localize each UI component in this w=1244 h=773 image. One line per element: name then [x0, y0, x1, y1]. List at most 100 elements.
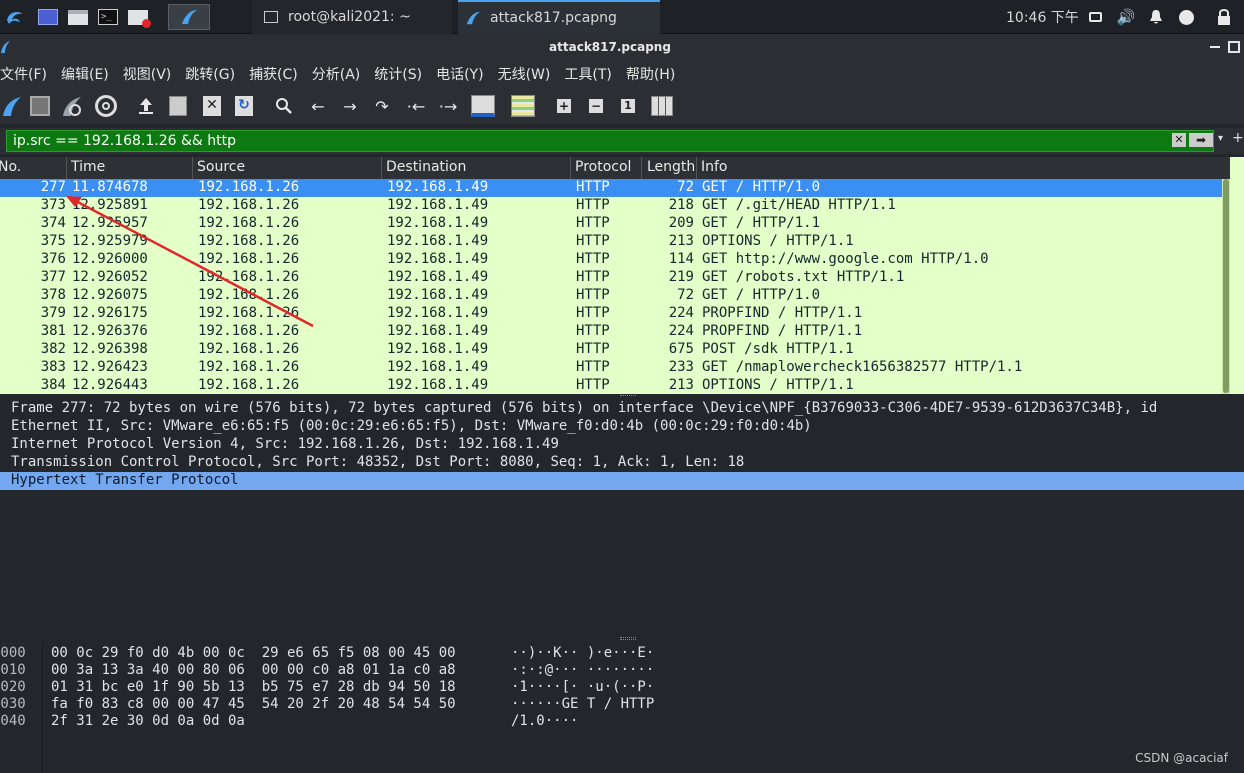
packet-cell-info: POST /sdk HTTP/1.1 [702, 341, 854, 357]
packet-cell-proto: HTTP [576, 287, 610, 303]
menu-statistics[interactable]: 统计(S) [374, 64, 422, 84]
col-destination[interactable]: Destination [386, 159, 466, 175]
packet-row[interactable]: 381 12.926376 192.168.1.26 192.168.1.49 HTTP… [0, 323, 1222, 341]
packet-cell-info: GET / HTTP/1.0 [702, 179, 821, 195]
packet-cell-dst: 192.168.1.49 [387, 377, 489, 393]
notification-bell-icon[interactable] [1146, 5, 1166, 29]
packet-row[interactable]: 383 12.926423 192.168.1.26 192.168.1.49 HTTP… [0, 359, 1222, 377]
packet-cell-time: 12.926443 [72, 377, 148, 393]
apply-filter-icon[interactable]: ➡ [1189, 133, 1213, 147]
packet-row[interactable]: 373 12.925891 192.168.1.26 192.168.1.49 HTTP… [0, 197, 1222, 215]
menu-tools[interactable]: 工具(T) [564, 64, 611, 84]
packet-cell-proto: HTTP [576, 179, 610, 195]
capture-options-icon[interactable] [94, 94, 118, 118]
find-packet-icon[interactable] [272, 94, 296, 118]
restart-capture-icon[interactable] [60, 94, 84, 118]
packet-row[interactable]: 375 12.925979 192.168.1.26 192.168.1.49 HTTP… [0, 233, 1222, 251]
packet-row[interactable]: 277 11.874678 192.168.1.26 192.168.1.49 HTTP… [0, 179, 1222, 197]
window-titlebar[interactable]: attack817.pcapng [0, 34, 1244, 60]
power-status-icon[interactable] [1176, 5, 1196, 29]
packet-row[interactable]: 374 12.925957 192.168.1.26 192.168.1.49 HTTP… [0, 215, 1222, 233]
col-no[interactable]: No. [0, 159, 21, 175]
normal-size-icon[interactable]: 1 [616, 94, 640, 118]
menu-telephony[interactable]: 电话(Y) [436, 64, 483, 84]
menu-capture[interactable]: 捕获(C) [249, 64, 298, 84]
reload-file-icon[interactable]: ↻ [232, 94, 256, 118]
clock[interactable]: 10:46 下午 [1006, 0, 1079, 34]
packet-cell-info: OPTIONS / HTTP/1.1 [702, 233, 854, 249]
pane-splitter-bottom[interactable] [0, 636, 1244, 642]
packet-cell-len: 675 [668, 341, 694, 357]
save-file-icon[interactable] [166, 94, 190, 118]
menu-wireless[interactable]: 无线(W) [498, 64, 551, 84]
packet-details-pane[interactable]: Frame 277: 72 bytes on wire (576 bits), … [0, 396, 1244, 636]
menu-analyze[interactable]: 分析(A) [312, 64, 361, 84]
packet-cell-len: 233 [668, 359, 694, 375]
recorder-icon[interactable] [126, 5, 151, 29]
packet-cell-info: GET / HTTP/1.0 [702, 287, 821, 303]
packet-cell-no: 373 [40, 197, 66, 213]
terminal-launcher-icon[interactable]: >_ [96, 5, 120, 29]
last-packet-icon[interactable]: ·→ [436, 94, 460, 118]
col-length[interactable]: Length [647, 159, 695, 175]
resize-columns-icon[interactable] [650, 94, 674, 118]
first-packet-icon[interactable]: ·← [404, 94, 428, 118]
hex-bytes: 01 31 bc e0 1f 90 5b 13 b5 75 e7 28 db 9… [51, 679, 456, 695]
task-wireshark[interactable]: attack817.pcapng [458, 0, 660, 34]
go-forward-icon[interactable]: → [338, 94, 362, 118]
lock-icon[interactable] [1214, 5, 1234, 29]
menu-edit[interactable]: 编辑(E) [61, 64, 109, 84]
packet-row[interactable]: 384 12.926443 192.168.1.26 192.168.1.49 HTTP… [0, 377, 1222, 394]
minimize-button[interactable] [1210, 46, 1220, 48]
packet-row[interactable]: 377 12.926052 192.168.1.26 192.168.1.49 HTTP… [0, 269, 1222, 287]
packet-row[interactable]: 376 12.926000 192.168.1.26 192.168.1.49 HTTP… [0, 251, 1222, 269]
add-filter-button[interactable]: + [1232, 130, 1244, 146]
detail-http[interactable]: Hypertext Transfer Protocol [0, 472, 1244, 490]
col-protocol[interactable]: Protocol [575, 159, 631, 175]
packet-cell-proto: HTTP [576, 215, 610, 231]
col-time[interactable]: Time [71, 159, 105, 175]
packet-cell-no: 374 [40, 215, 66, 231]
stop-capture-icon[interactable] [28, 94, 52, 118]
menu-file[interactable]: 文件(F) [0, 64, 47, 84]
autoscroll-icon[interactable] [470, 94, 496, 118]
scrollbar-thumb[interactable] [1223, 179, 1229, 393]
menu-help[interactable]: 帮助(H) [626, 64, 675, 84]
packet-row[interactable]: 379 12.926175 192.168.1.26 192.168.1.49 HTTP… [0, 305, 1222, 323]
packet-row[interactable]: 382 12.926398 192.168.1.26 192.168.1.49 HTTP… [0, 341, 1222, 359]
packet-cell-dst: 192.168.1.49 [387, 269, 489, 285]
packet-row[interactable]: 378 12.926075 192.168.1.26 192.168.1.49 HTTP… [0, 287, 1222, 305]
wireshark-launcher-icon[interactable] [168, 4, 210, 30]
go-back-icon[interactable]: ← [306, 94, 330, 118]
hex-offset: 0020 [0, 679, 26, 695]
packet-list-scrollbar[interactable] [1222, 179, 1230, 394]
menu-view[interactable]: 视图(V) [123, 64, 172, 84]
open-file-icon[interactable] [134, 94, 158, 118]
col-info[interactable]: Info [701, 159, 728, 175]
packet-list-header: No. Time Source Destination Protocol Len… [0, 157, 1230, 179]
menu-go[interactable]: 跳转(G) [185, 64, 235, 84]
filter-dropdown-icon[interactable]: ▾ [1218, 133, 1223, 144]
close-file-icon[interactable]: ✕ [200, 94, 224, 118]
go-to-packet-icon[interactable]: ↷ [370, 94, 394, 118]
start-capture-icon[interactable] [0, 94, 24, 118]
detail-ethernet[interactable]: Ethernet II, Src: VMware_e6:65:f5 (00:0c… [0, 418, 1244, 436]
packet-list[interactable]: No. Time Source Destination Protocol Len… [0, 157, 1244, 394]
colorize-icon[interactable] [510, 94, 536, 118]
volume-icon[interactable]: 🔊 [1116, 5, 1136, 29]
display-icon[interactable] [1086, 5, 1104, 29]
detail-ip[interactable]: Internet Protocol Version 4, Src: 192.16… [0, 436, 1244, 454]
kali-menu-icon[interactable] [2, 5, 28, 29]
task-terminal[interactable]: root@kali2021: ~ [252, 0, 452, 34]
close-button[interactable] [1228, 41, 1240, 53]
detail-frame[interactable]: Frame 277: 72 bytes on wire (576 bits), … [0, 400, 1244, 418]
file-manager-icon[interactable] [66, 5, 90, 29]
detail-tcp[interactable]: Transmission Control Protocol, Src Port:… [0, 454, 1244, 472]
packet-bytes-pane[interactable]: 0000 00 0c 29 f0 d0 4b 00 0c 29 e6 65 f5 … [0, 644, 1244, 773]
workspace-icon[interactable] [36, 5, 60, 29]
zoom-out-icon[interactable]: − [584, 94, 608, 118]
zoom-in-icon[interactable]: + [552, 94, 576, 118]
clear-filter-icon[interactable]: ✕ [1172, 133, 1186, 147]
col-source[interactable]: Source [197, 159, 245, 175]
display-filter-input[interactable]: ip.src == 192.168.1.26 && http [6, 130, 1214, 152]
